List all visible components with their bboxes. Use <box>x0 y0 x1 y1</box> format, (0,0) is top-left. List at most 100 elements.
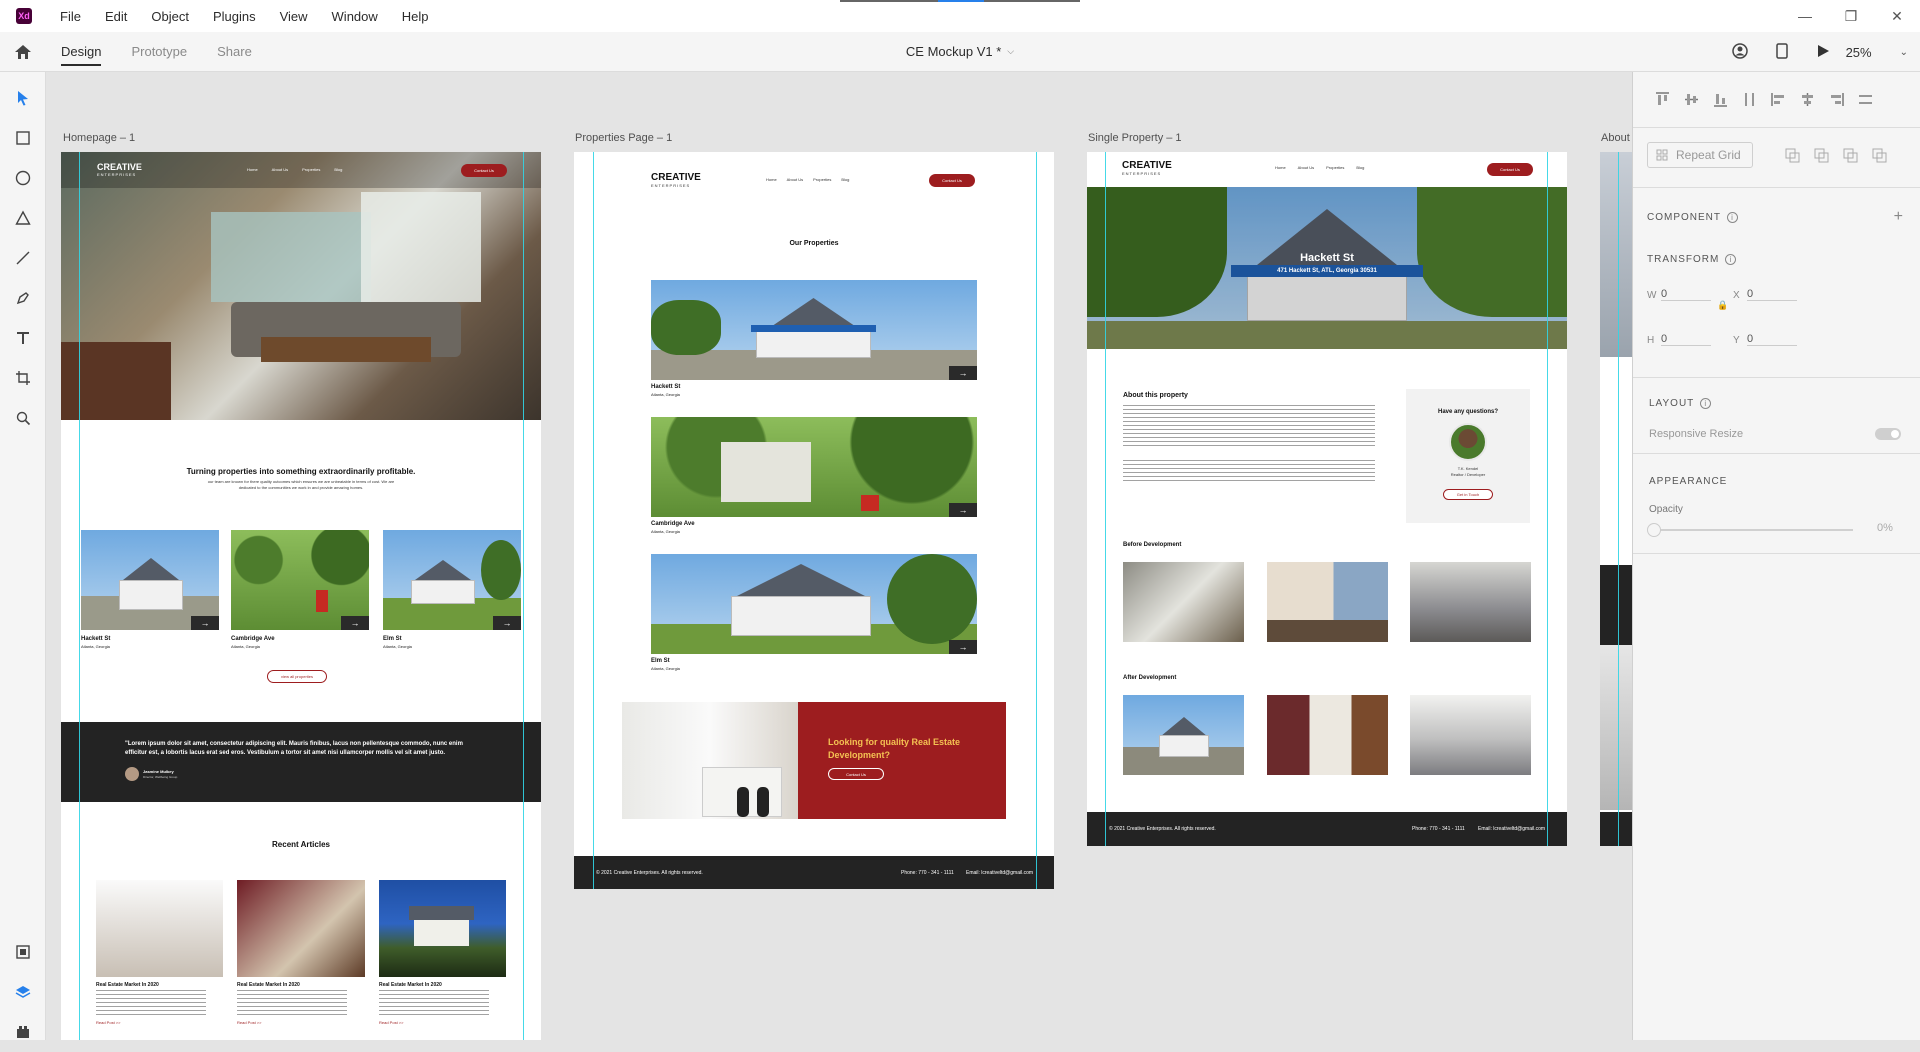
align-center-icon[interactable] <box>1800 92 1815 107</box>
props-name-2: Cambridge Ave <box>651 521 695 527</box>
height-field[interactable]: 0 <box>1661 333 1711 346</box>
zoom-chevron-icon[interactable]: ⌄ <box>1900 47 1908 58</box>
menu-window[interactable]: Window <box>332 9 378 24</box>
design-canvas[interactable]: Homepage – 1 Properties Page – 1 Single … <box>46 72 1632 1040</box>
props-nav-about[interactable]: About Us <box>787 177 803 182</box>
zoom-tool-icon[interactable] <box>0 398 46 438</box>
menu-help[interactable]: Help <box>402 9 429 24</box>
lock-aspect-icon[interactable]: 🔒 <box>1717 300 1728 311</box>
plugins-icon[interactable] <box>0 1012 46 1052</box>
polygon-tool-icon[interactable] <box>0 198 46 238</box>
arrow-right-icon[interactable]: → <box>493 616 521 630</box>
props-phone: Phone: 770 - 341 - 1111 <box>901 870 954 876</box>
home-contact-button[interactable]: Contact Us <box>461 164 507 177</box>
artboard-homepage[interactable]: CREATIVE ENTERPRISES Home About Us Prope… <box>61 152 541 1040</box>
article-title-1[interactable]: Real Estate Market In 2020 <box>96 982 159 988</box>
distribute-vertical-icon[interactable] <box>1742 92 1757 107</box>
opacity-value[interactable]: 0% <box>1877 522 1893 534</box>
minimize-icon[interactable]: — <box>1782 0 1828 32</box>
opacity-slider-handle[interactable] <box>1647 523 1661 537</box>
play-icon[interactable] <box>1816 44 1830 61</box>
pen-tool-icon[interactable] <box>0 278 46 318</box>
rectangle-tool-icon[interactable] <box>0 118 46 158</box>
article-title-2[interactable]: Real Estate Market In 2020 <box>237 982 300 988</box>
single-nav-home[interactable]: Home <box>1275 165 1286 170</box>
boolean-add-icon[interactable] <box>1785 148 1800 163</box>
menu-view[interactable]: View <box>280 9 308 24</box>
artboard-about[interactable] <box>1600 152 1632 846</box>
repeat-grid-button[interactable]: Repeat Grid <box>1647 142 1753 168</box>
arrow-right-icon[interactable]: → <box>191 616 219 630</box>
align-top-icon[interactable] <box>1655 92 1670 107</box>
responsive-resize-toggle[interactable] <box>1875 428 1901 440</box>
artboard-label-homepage[interactable]: Homepage – 1 <box>63 132 135 144</box>
props-contact-button[interactable]: Contact Us <box>929 174 975 187</box>
single-nav-about[interactable]: About Us <box>1298 165 1314 170</box>
document-title[interactable]: CE Mockup V1 * ⌵ <box>906 44 1014 59</box>
props-nav-home[interactable]: Home <box>766 177 777 182</box>
align-bottom-icon[interactable] <box>1713 92 1728 107</box>
testimonial-role: Director, Wellbeing Group <box>143 775 178 779</box>
layers-icon[interactable] <box>0 972 46 1012</box>
menu-file[interactable]: File <box>60 9 81 24</box>
distribute-horizontal-icon[interactable] <box>1858 92 1873 107</box>
artboard-label-single-property[interactable]: Single Property – 1 <box>1088 132 1182 144</box>
arrow-right-icon[interactable]: → <box>949 366 977 380</box>
boolean-subtract-icon[interactable] <box>1814 148 1829 163</box>
menu-edit[interactable]: Edit <box>105 9 127 24</box>
boolean-intersect-icon[interactable] <box>1843 148 1858 163</box>
text-tool-icon[interactable] <box>0 318 46 358</box>
arrow-right-icon[interactable]: → <box>341 616 369 630</box>
menu-object[interactable]: Object <box>151 9 189 24</box>
close-icon[interactable]: ✕ <box>1874 0 1920 32</box>
get-in-touch-button[interactable]: Get in Touch <box>1443 489 1493 500</box>
restore-icon[interactable]: ❐ <box>1828 0 1874 32</box>
artboard-properties-page[interactable]: CREATIVE ENTERPRISES Home About Us Prope… <box>574 152 1054 889</box>
single-nav-blog[interactable]: Blog <box>1356 165 1364 170</box>
align-right-icon[interactable] <box>1829 92 1844 107</box>
title-drag-highlight <box>938 0 984 2</box>
props-nav-properties[interactable]: Properties <box>813 177 831 182</box>
article-read-more-2[interactable]: Read Post >> <box>237 1020 261 1025</box>
user-icon[interactable] <box>1731 42 1748 62</box>
boolean-exclude-icon[interactable] <box>1872 148 1887 163</box>
props-nav-blog[interactable]: Blog <box>841 177 849 182</box>
select-tool-icon[interactable] <box>0 78 46 118</box>
tab-design[interactable]: Design <box>61 32 102 72</box>
cta-contact-button[interactable]: Contact Us <box>828 768 884 780</box>
single-contact-button[interactable]: Contact Us <box>1487 163 1533 176</box>
line-tool-icon[interactable] <box>0 238 46 278</box>
article-read-more-3[interactable]: Read Post >> <box>379 1020 403 1025</box>
artboard-label-properties[interactable]: Properties Page – 1 <box>575 132 672 144</box>
article-title-3[interactable]: Real Estate Market In 2020 <box>379 982 442 988</box>
home-nav-blog[interactable]: Blog <box>334 167 342 172</box>
zoom-level[interactable]: 25% <box>1846 45 1872 60</box>
menu-plugins[interactable]: Plugins <box>213 9 256 24</box>
device-preview-icon[interactable] <box>1775 42 1788 62</box>
view-all-properties-button[interactable]: view all properties <box>267 670 327 683</box>
home-icon[interactable] <box>0 32 46 72</box>
align-left-icon[interactable] <box>1771 92 1786 107</box>
opacity-slider-track[interactable] <box>1653 529 1853 531</box>
props-name-3: Elm St <box>651 658 670 664</box>
align-middle-icon[interactable] <box>1684 92 1699 107</box>
artboard-tool-icon[interactable] <box>0 358 46 398</box>
single-nav-properties[interactable]: Properties <box>1326 165 1344 170</box>
align-section <box>1633 72 1920 128</box>
x-field[interactable]: 0 <box>1747 288 1797 301</box>
artboard-label-about[interactable]: About <box>1601 132 1630 144</box>
arrow-right-icon[interactable]: → <box>949 503 977 517</box>
y-field[interactable]: 0 <box>1747 333 1797 346</box>
home-nav-home[interactable]: Home <box>247 167 258 172</box>
tab-prototype[interactable]: Prototype <box>131 32 187 72</box>
article-read-more-1[interactable]: Read Post >> <box>96 1020 120 1025</box>
add-component-icon[interactable]: + <box>1894 208 1903 226</box>
arrow-right-icon[interactable]: → <box>949 640 977 654</box>
width-field[interactable]: 0 <box>1661 288 1711 301</box>
ellipse-tool-icon[interactable] <box>0 158 46 198</box>
assets-icon[interactable] <box>0 932 46 972</box>
artboard-single-property[interactable]: CREATIVE ENTERPRISES Home About Us Prope… <box>1087 152 1567 846</box>
home-nav-properties[interactable]: Properties <box>302 167 320 172</box>
home-nav-about[interactable]: About Us <box>272 167 288 172</box>
tab-share[interactable]: Share <box>217 32 252 72</box>
